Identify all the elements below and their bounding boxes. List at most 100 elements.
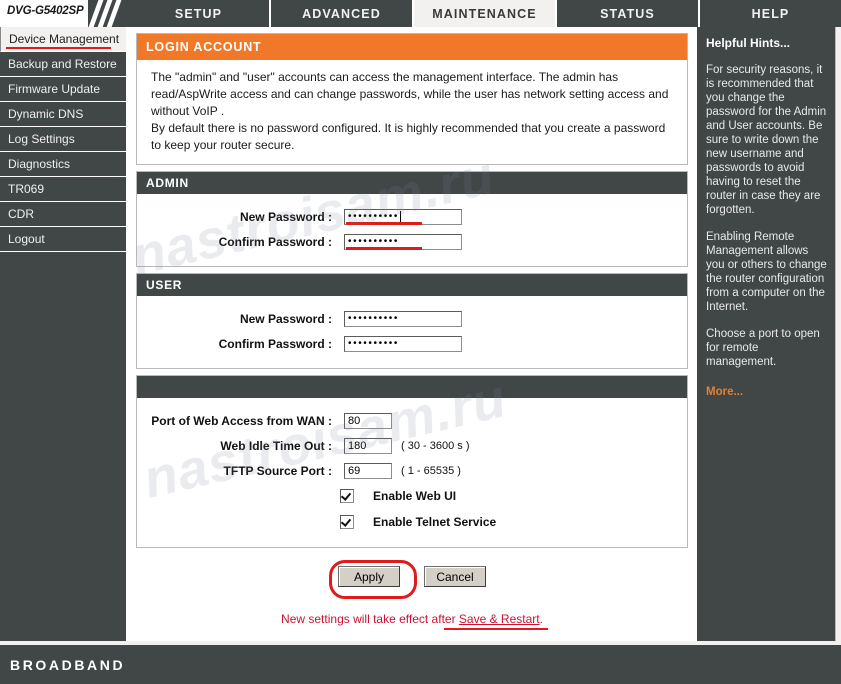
- tab-setup[interactable]: SETUP: [128, 0, 271, 27]
- sidebar-item-logout[interactable]: Logout: [0, 227, 126, 252]
- admin-section-title: ADMIN: [137, 172, 687, 194]
- enable-telnet-checkbox[interactable]: [340, 515, 354, 529]
- sidebar-item-cdr[interactable]: CDR: [0, 202, 126, 227]
- apply-button[interactable]: Apply: [338, 566, 400, 587]
- notice-prefix-text: New settings will take effect after: [281, 612, 459, 626]
- user-confirm-password-value: ••••••••••: [348, 338, 400, 349]
- sidebar-item-label: Diagnostics: [8, 157, 71, 171]
- enable-web-ui-checkbox[interactable]: [340, 489, 354, 503]
- user-new-password-label: New Password :: [239, 311, 332, 326]
- tab-status[interactable]: STATUS: [557, 0, 700, 27]
- wan-port-row: Port of Web Access from WAN : 80: [137, 408, 687, 433]
- admin-new-password-value: ••••••••••: [348, 211, 400, 222]
- user-confirm-password-input[interactable]: ••••••••••: [344, 335, 462, 352]
- right-edge-strip: [835, 27, 841, 641]
- sidebar-item-label: Firmware Update: [8, 82, 101, 96]
- idle-timeout-value: 180: [348, 439, 367, 452]
- idle-timeout-label: Web Idle Time Out :: [220, 438, 332, 453]
- tftp-port-label: TFTP Source Port :: [223, 463, 332, 478]
- admin-confirm-password-input[interactable]: ••••••••••: [344, 233, 462, 250]
- tab-help[interactable]: HELP: [700, 0, 841, 27]
- admin-confirm-password-row: Confirm Password : ••••••••••: [137, 229, 687, 254]
- enable-web-ui-row: Enable Web UI: [137, 483, 687, 509]
- idle-timeout-range: ( 30 - 3600 s ): [401, 439, 470, 452]
- admin-panel: ADMIN New Password : •••••••••• Confirm …: [136, 171, 688, 267]
- tftp-port-value: 69: [348, 464, 361, 477]
- wan-port-label: Port of Web Access from WAN :: [151, 413, 332, 428]
- tftp-port-range: ( 1 - 65535 ): [401, 464, 461, 477]
- main-content: LOGIN ACCOUNT The "admin" and "user" acc…: [130, 27, 694, 641]
- sidebar-item-dynamic-dns[interactable]: Dynamic DNS: [0, 102, 126, 127]
- admin-section-body: New Password : •••••••••• Confirm Passwo…: [137, 194, 687, 266]
- enable-telnet-label: Enable Telnet Service: [373, 515, 497, 529]
- login-account-description: The "admin" and "user" accounts can acce…: [137, 60, 687, 164]
- footer-bar: BROADBAND: [0, 645, 841, 684]
- idle-timeout-input[interactable]: 180: [344, 437, 392, 454]
- hints-paragraph-3: Choose a port to open for remote managem…: [706, 328, 820, 368]
- description-line-1: The "admin" and "user" accounts can acce…: [151, 70, 669, 118]
- sidebar-item-label: Backup and Restore: [8, 57, 117, 71]
- annotation-underline-admin-confirm-password: [346, 246, 422, 250]
- admin-new-password-row: New Password : ••••••••••: [137, 204, 687, 229]
- login-account-panel: LOGIN ACCOUNT The "admin" and "user" acc…: [136, 33, 688, 165]
- save-and-restart-link[interactable]: Save & Restart: [459, 612, 540, 626]
- sidebar-item-log-settings[interactable]: Log Settings: [0, 127, 126, 152]
- tab-advanced[interactable]: ADVANCED: [271, 0, 414, 27]
- wan-port-input[interactable]: 80: [344, 412, 392, 429]
- tab-maintenance[interactable]: MAINTENANCE: [414, 0, 557, 27]
- user-new-password-row: New Password : ••••••••••: [137, 306, 687, 331]
- cancel-button[interactable]: Cancel: [424, 566, 486, 587]
- sidebar-item-device-management[interactable]: Device Management: [0, 27, 126, 52]
- hints-paragraph-1: For security reasons, it is recommended …: [706, 64, 827, 216]
- tftp-port-input[interactable]: 69: [344, 462, 392, 479]
- sidebar-item-diagnostics[interactable]: Diagnostics: [0, 152, 126, 177]
- apply-button-wrapper: Apply: [329, 560, 417, 599]
- enable-web-ui-label: Enable Web UI: [373, 489, 457, 503]
- idle-timeout-row: Web Idle Time Out : 180 ( 30 - 3600 s ): [137, 433, 687, 458]
- sidebar-item-label: Log Settings: [8, 132, 75, 146]
- sidebar-item-label: Logout: [8, 232, 45, 246]
- footer-brand-label: BROADBAND: [10, 656, 126, 673]
- wan-port-value: 80: [348, 414, 361, 427]
- device-model-label: DVG-G5402SP: [7, 5, 84, 17]
- sidebar-item-label: CDR: [8, 207, 34, 221]
- user-section-body: New Password : •••••••••• Confirm Passwo…: [137, 296, 687, 368]
- access-settings-title: [137, 376, 687, 398]
- user-panel: USER New Password : •••••••••• Confirm P…: [136, 273, 688, 369]
- user-new-password-value: ••••••••••: [348, 313, 400, 324]
- sidebar-item-tr069[interactable]: TR069: [0, 177, 126, 202]
- top-navigation-bar: DVG-G5402SP SETUP ADVANCED MAINTENANCE S…: [0, 0, 841, 27]
- annotation-underline-save-restart: [444, 628, 548, 630]
- tftp-port-row: TFTP Source Port : 69 ( 1 - 65535 ): [137, 458, 687, 483]
- save-restart-notice: New settings will take effect after Save…: [130, 612, 694, 630]
- login-account-title: LOGIN ACCOUNT: [137, 34, 687, 60]
- admin-confirm-password-value: ••••••••••: [348, 236, 400, 247]
- user-new-password-input[interactable]: ••••••••••: [344, 310, 462, 327]
- admin-new-password-label: New Password :: [239, 209, 332, 224]
- sidebar-item-label: Dynamic DNS: [8, 107, 84, 121]
- annotation-underline-admin-new-password: [346, 221, 422, 225]
- description-line-2: By default there is no password configur…: [151, 121, 666, 152]
- access-settings-body: Port of Web Access from WAN : 80 Web Idl…: [137, 398, 687, 547]
- notice-suffix-text: .: [539, 612, 543, 626]
- hints-title: Helpful Hints...: [706, 36, 790, 50]
- enable-telnet-row: Enable Telnet Service: [137, 509, 687, 535]
- sidebar-item-label: TR069: [8, 182, 45, 196]
- main-tabs: SETUP ADVANCED MAINTENANCE STATUS HELP: [128, 0, 841, 27]
- device-logo: DVG-G5402SP: [0, 0, 128, 27]
- hints-more-link[interactable]: More...: [706, 386, 743, 398]
- sidebar-item-backup-and-restore[interactable]: Backup and Restore: [0, 52, 126, 77]
- admin-confirm-password-label: Confirm Password :: [218, 234, 332, 249]
- action-buttons: Apply Cancel: [130, 560, 694, 599]
- hints-paragraph-2: Enabling Remote Management allows you or…: [706, 231, 827, 313]
- helpful-hints-panel: Helpful Hints... For security reasons, i…: [697, 27, 835, 641]
- user-section-title: USER: [137, 274, 687, 296]
- admin-new-password-input[interactable]: ••••••••••: [344, 208, 462, 225]
- user-confirm-password-label: Confirm Password :: [218, 336, 332, 351]
- user-confirm-password-row: Confirm Password : ••••••••••: [137, 331, 687, 356]
- access-settings-panel: Port of Web Access from WAN : 80 Web Idl…: [136, 375, 688, 548]
- sidebar-item-firmware-update[interactable]: Firmware Update: [0, 77, 126, 102]
- sidebar-navigation: Device Management Backup and Restore Fir…: [0, 27, 128, 641]
- text-caret: [400, 211, 402, 222]
- sidebar-item-label: Device Management: [9, 32, 120, 46]
